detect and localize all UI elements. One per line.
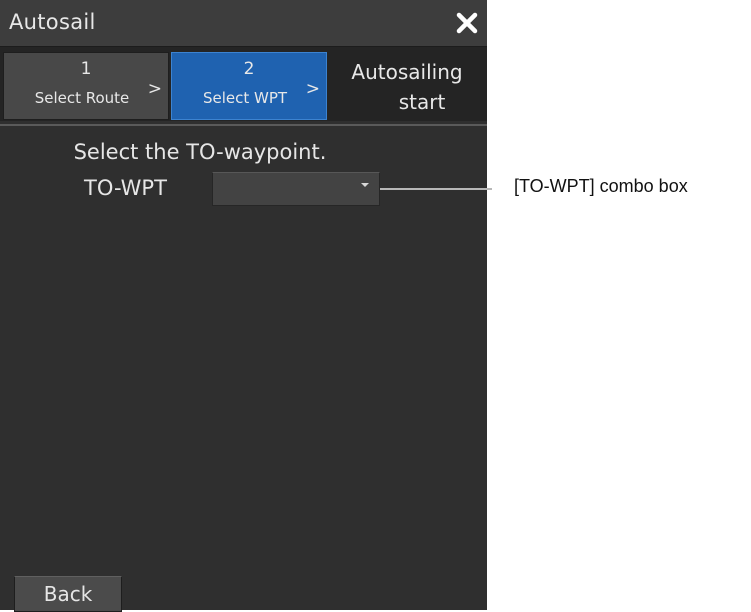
to-wpt-label: TO-WPT [84,176,167,200]
instruction-text: Select the TO-waypoint. [73,140,327,164]
close-icon [456,12,478,34]
to-wpt-combo-box[interactable] [212,172,380,206]
step-3-label-line1: Autosailing [351,60,463,84]
step-tabs: 1 Select Route > 2 Select WPT > Autosail… [0,47,487,121]
step-2-arrow: > [305,79,320,99]
step-1-number: 1 [80,59,92,79]
tab-select-route[interactable]: 1 Select Route > [3,52,169,120]
title-bar: Autosail [0,0,487,47]
step-1-arrow: > [147,79,162,99]
back-button[interactable]: Back [14,576,122,612]
step-3-label-line2: start [398,90,446,114]
dropdown-arrow-icon [361,183,369,187]
divider [0,124,487,126]
step-1-label: Select Route [34,89,130,107]
step-2-number: 2 [243,59,255,79]
dialog-title: Autosail [9,10,96,34]
tab-autosailing-start[interactable]: Autosailing start [330,52,484,120]
step-2-label: Select WPT [202,89,288,107]
autosail-dialog: Autosail 1 Select Route > 2 Select WPT >… [0,0,487,612]
callout-leader-line [380,188,492,190]
tab-select-wpt[interactable]: 2 Select WPT > [171,52,327,120]
close-button[interactable] [451,7,483,39]
callout-label: [TO-WPT] combo box [514,176,688,196]
